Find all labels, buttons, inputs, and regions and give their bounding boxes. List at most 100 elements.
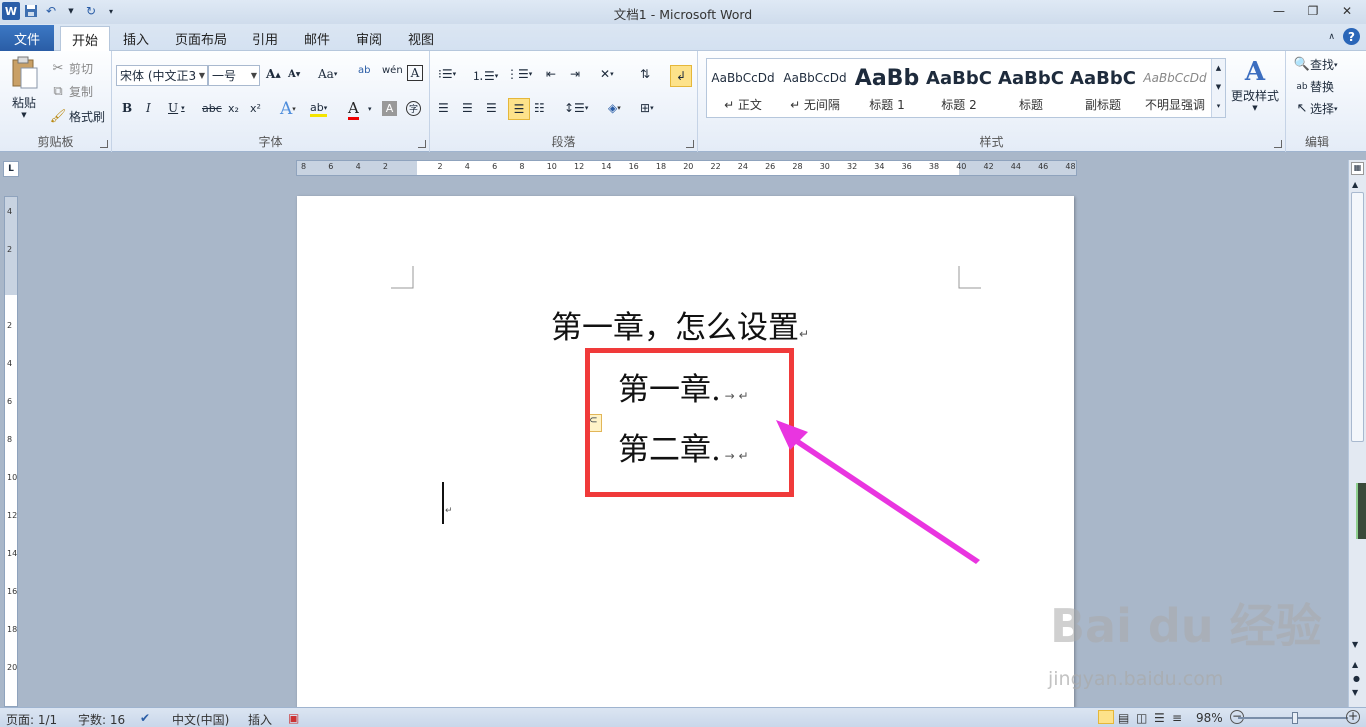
subscript-icon[interactable]: x₂ <box>228 102 239 115</box>
align-center-icon[interactable]: ☰ <box>462 101 473 115</box>
strikethrough-icon[interactable]: abc <box>202 102 222 115</box>
paragraph-launcher-icon[interactable] <box>686 140 694 148</box>
vertical-scrollbar[interactable]: ▦ ▲ ▼ ▲ ● ▼ <box>1348 160 1366 707</box>
style-subtle-emphasis[interactable]: AaBbCcDd 不明显强调 <box>1139 60 1211 117</box>
replace-button[interactable]: ab 替换 <box>1294 78 1334 95</box>
grow-font-icon[interactable]: A ▲ <box>266 67 281 81</box>
decrease-indent-icon[interactable]: ⇤ <box>546 67 556 81</box>
change-case-icon[interactable]: Aa ▾ <box>318 67 337 81</box>
superscript-icon[interactable]: x² <box>250 102 261 115</box>
close-icon[interactable]: ✕ <box>1332 2 1362 20</box>
distributed-icon[interactable]: ☷ <box>534 101 545 115</box>
sort-icon[interactable]: ⇅ <box>640 67 650 81</box>
prev-page-icon[interactable]: ▲ <box>1352 660 1358 669</box>
language[interactable]: 中文(中国) <box>172 711 229 727</box>
styles-launcher-icon[interactable] <box>1274 140 1282 148</box>
style-title[interactable]: AaBbC 标题 <box>995 60 1067 117</box>
scroll-down-arrow-icon[interactable]: ▼ <box>1352 640 1358 649</box>
draft-icon[interactable]: ≡ <box>1172 711 1182 725</box>
tab-file[interactable]: 文件 <box>0 25 54 51</box>
page-count[interactable]: 页面: 1/1 <box>6 711 57 727</box>
clipboard-launcher-icon[interactable] <box>100 140 108 148</box>
font-group: 宋体 (中文正3 ▼ 一号 ▼ A ▲ A ▼ Aa ▾ ab wén A B I U… <box>112 51 430 152</box>
chinese-layout-icon[interactable]: ✕ ▾ <box>600 67 614 81</box>
minimize-icon[interactable]: — <box>1264 2 1294 20</box>
web-layout-icon[interactable]: ◫ <box>1136 711 1147 725</box>
scroll-down-icon[interactable]: ▼ <box>1212 78 1225 97</box>
cut-button[interactable]: ✂ 剪切 <box>50 59 93 77</box>
zoom-slider-thumb[interactable] <box>1292 712 1298 724</box>
restore-icon[interactable]: ❐ <box>1298 2 1328 20</box>
word-count[interactable]: 字数: 16 <box>78 711 125 727</box>
char-border-icon[interactable]: A <box>407 65 423 81</box>
ruler-toggle-icon[interactable]: ▦ <box>1351 162 1364 175</box>
outline-icon[interactable]: ☰ <box>1154 711 1165 725</box>
style-label: ↵ 无间隔 <box>790 98 840 112</box>
bold-icon[interactable]: B <box>122 101 132 115</box>
font-size-combo[interactable]: 一号 ▼ <box>208 65 260 86</box>
tab-page-layout[interactable]: 页面布局 <box>168 26 234 51</box>
tab-home[interactable]: 开始 <box>60 26 110 52</box>
more-styles-icon[interactable]: ▾ <box>1212 97 1225 116</box>
change-styles-button[interactable]: A 更改样式 ▼ <box>1228 57 1282 112</box>
clear-format-icon[interactable]: ab <box>358 65 370 76</box>
tab-view[interactable]: 视图 <box>400 26 442 51</box>
find-button[interactable]: 🔍 查找 ▾ <box>1294 56 1338 73</box>
show-marks-icon[interactable]: ↲ <box>670 65 692 87</box>
scroll-up-icon[interactable]: ▲ <box>1212 59 1225 78</box>
numbering-icon[interactable]: ⒈☰ ▾ <box>472 67 498 84</box>
scroll-thumb[interactable] <box>1351 192 1364 442</box>
multilevel-list-icon[interactable]: ⋮☰ ▾ <box>506 67 532 81</box>
shading-icon[interactable]: ◈ ▾ <box>608 101 621 115</box>
increase-indent-icon[interactable]: ⇥ <box>570 67 580 81</box>
char-shading-icon[interactable]: A <box>382 101 397 116</box>
align-left-icon[interactable]: ☰ <box>438 101 449 115</box>
scroll-up-arrow-icon[interactable]: ▲ <box>1352 180 1358 189</box>
paste-button[interactable]: 粘贴 ▼ <box>6 56 42 126</box>
browse-object-icon[interactable]: ● <box>1353 674 1360 683</box>
tab-selector-icon[interactable]: L <box>3 161 19 177</box>
select-button[interactable]: ↖ 选择 ▾ <box>1294 100 1338 117</box>
shrink-font-icon[interactable]: A ▼ <box>288 69 300 80</box>
line-spacing-icon[interactable]: ↕☰ ▾ <box>564 101 588 115</box>
justify-icon[interactable]: ☰ <box>508 98 530 120</box>
zoom-in-icon[interactable]: + <box>1346 710 1360 724</box>
italic-icon[interactable]: I <box>146 101 151 115</box>
style-normal[interactable]: AaBbCcDd ↵ 正文 <box>707 60 779 117</box>
tab-review[interactable]: 审阅 <box>348 26 390 51</box>
tab-references[interactable]: 引用 <box>244 26 286 51</box>
format-painter-button[interactable]: 🖌 格式刷 <box>50 107 105 125</box>
help-icon[interactable]: ? <box>1343 28 1360 45</box>
enclose-char-icon[interactable]: 字 <box>406 101 421 116</box>
align-right-icon[interactable]: ☰ <box>486 101 497 115</box>
font-launcher-icon[interactable] <box>418 140 426 148</box>
tab-insert[interactable]: 插入 <box>114 26 158 51</box>
style-heading-2[interactable]: AaBbC 标题 2 <box>923 60 995 117</box>
font-color-dropdown-icon[interactable]: ▾ <box>368 105 372 113</box>
tab-mailings[interactable]: 邮件 <box>296 26 338 51</box>
macro-record-icon[interactable]: ▣ <box>288 711 299 725</box>
horizontal-ruler[interactable]: 8 6 4 2 2 4 6 8 10 12 14 16 18 20 22 24 26 28 30 32 34 36 38 40… <box>296 160 1077 176</box>
next-page-icon[interactable]: ▼ <box>1352 688 1358 697</box>
zoom-level[interactable]: 98% <box>1196 711 1223 725</box>
text-effects-icon[interactable]: A ▾ <box>280 99 296 119</box>
styles-scroll[interactable]: ▲ ▼ ▾ <box>1211 59 1225 117</box>
full-screen-icon[interactable]: ▤ <box>1118 711 1129 725</box>
doc-heading-line[interactable]: 第一章，怎么设置↵ <box>551 302 809 347</box>
proofing-icon[interactable]: ✔ <box>140 711 150 725</box>
underline-icon[interactable]: U ▾ <box>168 101 185 115</box>
font-name-combo[interactable]: 宋体 (中文正3 ▼ <box>116 65 208 86</box>
minimize-ribbon-icon[interactable]: ∧ <box>1328 32 1335 42</box>
style-heading-1[interactable]: AaBb 标题 1 <box>851 60 923 117</box>
borders-icon[interactable]: ⊞ ▾ <box>640 101 654 115</box>
phonetic-guide-icon[interactable]: wén <box>382 65 403 76</box>
bullets-icon[interactable]: ⁝☰ ▾ <box>438 67 456 81</box>
style-subtitle[interactable]: AaBbC 副标题 <box>1067 60 1139 117</box>
copy-button[interactable]: ⧉ 复制 <box>50 82 93 100</box>
vertical-ruler[interactable]: 4 2 2 4 6 8 10 12 14 16 18 20 <box>4 196 18 707</box>
print-layout-icon[interactable] <box>1098 710 1114 724</box>
highlight-icon[interactable]: ab ▾ <box>310 101 328 117</box>
style-no-spacing[interactable]: AaBbCcDd ↵ 无间隔 <box>779 60 851 117</box>
font-color-icon[interactable]: A <box>348 99 359 120</box>
insert-mode[interactable]: 插入 <box>248 711 272 727</box>
